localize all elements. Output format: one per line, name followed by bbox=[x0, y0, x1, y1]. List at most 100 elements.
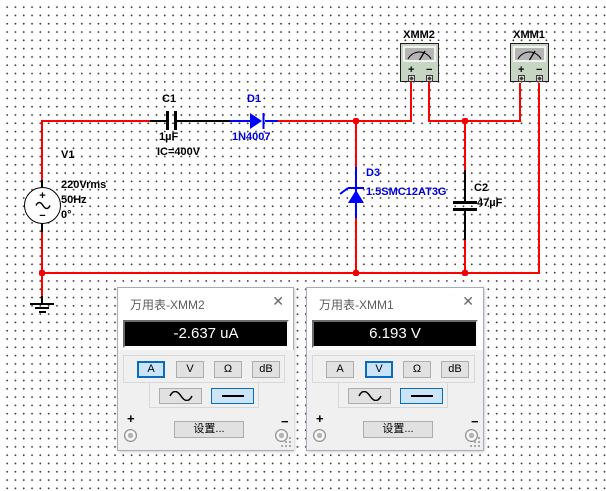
tvs-diode-d3[interactable] bbox=[336, 182, 368, 206]
d3-part: 1.5SMC12AT3G bbox=[366, 186, 447, 198]
xmm2-label: XMM2 bbox=[398, 29, 440, 41]
wire-segment[interactable] bbox=[428, 81, 430, 122]
junction-dot bbox=[462, 270, 468, 276]
close-icon[interactable]: ✕ bbox=[462, 293, 474, 310]
c1-initial-condition: IC=400V bbox=[157, 146, 200, 158]
multimeter-xmm1-dialog: 万用表-XMM1 ✕ 6.193 V A V Ω dB + − 设置... bbox=[306, 287, 484, 451]
wire-segment[interactable] bbox=[410, 81, 412, 122]
wire-segment[interactable] bbox=[355, 218, 357, 274]
xmm1-dialog-title[interactable]: 万用表-XMM1 bbox=[319, 296, 394, 313]
multimeter-xmm1-icon[interactable]: + − bbox=[510, 43, 549, 82]
v1-phase: 0° bbox=[61, 209, 72, 221]
ground-symbol[interactable] bbox=[30, 303, 54, 305]
dc-waveform-button[interactable] bbox=[400, 388, 443, 404]
source-plus-sign: + bbox=[25, 191, 60, 201]
xmm2-minus-pin[interactable] bbox=[426, 75, 433, 82]
plus-jack bbox=[313, 429, 326, 442]
close-icon[interactable]: ✕ bbox=[272, 293, 284, 310]
sine-wave-icon bbox=[168, 391, 194, 401]
xmm1-plus-pin[interactable] bbox=[518, 75, 525, 82]
plus-jack bbox=[124, 429, 137, 442]
voltage-mode-button[interactable]: V bbox=[176, 361, 204, 378]
wire-segment[interactable] bbox=[519, 83, 521, 122]
resistance-mode-button[interactable]: Ω bbox=[403, 361, 431, 378]
xmm2-plus-pin[interactable] bbox=[408, 75, 415, 82]
wire-segment[interactable] bbox=[355, 120, 357, 167]
wire-segment[interactable] bbox=[42, 120, 150, 122]
resize-grip[interactable] bbox=[469, 436, 481, 448]
d1-part: 1N4007 bbox=[232, 131, 271, 143]
wire-segment[interactable] bbox=[464, 170, 466, 202]
refdes-c1: C1 bbox=[162, 93, 176, 105]
v1-frequency: 50Hz bbox=[61, 194, 87, 206]
xmm1-reading: 6.193 V bbox=[314, 322, 476, 345]
xmm1-label: XMM1 bbox=[508, 29, 550, 41]
c2-value: 47µF bbox=[477, 197, 502, 209]
refdes-v1: V1 bbox=[61, 149, 74, 161]
source-minus-sign: − bbox=[25, 211, 60, 221]
meter-face-icon bbox=[513, 46, 546, 62]
xmm2-dialog-body: A V Ω dB + − 设置... bbox=[118, 350, 294, 450]
diode-d1[interactable] bbox=[249, 112, 267, 130]
wire-segment[interactable] bbox=[278, 120, 412, 122]
xmm1-display: 6.193 V bbox=[312, 320, 478, 348]
xmm2-minus-terminal-label: − bbox=[426, 65, 432, 75]
resistance-mode-button[interactable]: Ω bbox=[214, 361, 242, 378]
ground-symbol[interactable] bbox=[35, 307, 49, 309]
xmm2-display: -2.637 uA bbox=[123, 320, 289, 348]
xmm2-reading: -2.637 uA bbox=[125, 322, 287, 345]
ac-waveform-button[interactable] bbox=[159, 388, 202, 404]
ac-waveform-button[interactable] bbox=[348, 388, 391, 404]
capacitor-c1[interactable] bbox=[166, 111, 169, 130]
refdes-d3: D3 bbox=[366, 167, 380, 179]
capacitor-c2[interactable] bbox=[453, 201, 477, 204]
refdes-c2: C2 bbox=[474, 182, 488, 194]
wire-segment[interactable] bbox=[464, 210, 466, 240]
xmm1-minus-pin[interactable] bbox=[536, 75, 543, 82]
ground-symbol[interactable] bbox=[39, 311, 46, 313]
wire-segment[interactable] bbox=[41, 223, 43, 232]
sine-wave-icon bbox=[357, 391, 383, 401]
capacitor-c1[interactable] bbox=[174, 111, 177, 130]
settings-button[interactable]: 设置... bbox=[363, 421, 433, 438]
wire-segment[interactable] bbox=[464, 240, 466, 274]
voltage-mode-button[interactable]: V bbox=[365, 361, 393, 378]
xmm1-minus-terminal-label: − bbox=[536, 65, 542, 75]
db-mode-button[interactable]: dB bbox=[441, 361, 469, 378]
xmm1-dialog-body: A V Ω dB + − 设置... bbox=[307, 350, 483, 450]
wire-segment[interactable] bbox=[41, 232, 43, 274]
dc-line-icon bbox=[222, 395, 244, 397]
xmm2-dialog-title[interactable]: 万用表-XMM2 bbox=[130, 296, 205, 313]
settings-button[interactable]: 设置... bbox=[174, 421, 244, 438]
junction-dot bbox=[39, 270, 45, 276]
plus-jack-label: + bbox=[127, 411, 135, 426]
xmm2-plus-terminal-label: + bbox=[408, 65, 414, 75]
minus-jack-label: − bbox=[471, 414, 479, 429]
sine-wave-icon bbox=[35, 201, 51, 210]
minus-jack-label: − bbox=[281, 414, 289, 429]
junction-dot bbox=[462, 118, 468, 124]
wire-segment[interactable] bbox=[150, 120, 167, 122]
multimeter-xmm2-icon[interactable]: + − bbox=[400, 43, 439, 82]
capacitor-c2[interactable] bbox=[453, 208, 477, 211]
wire-segment[interactable] bbox=[464, 120, 466, 170]
refdes-d1: D1 bbox=[247, 93, 261, 105]
schematic-canvas: + − V1 220Vrms 50Hz 0° C1 1µF IC=400V D1… bbox=[0, 0, 606, 491]
wire-segment[interactable] bbox=[41, 120, 43, 180]
wire-segment[interactable] bbox=[429, 120, 521, 122]
wire-segment[interactable] bbox=[230, 120, 250, 122]
wire-segment[interactable] bbox=[177, 120, 230, 122]
current-mode-button[interactable]: A bbox=[137, 361, 165, 378]
meter-face-icon bbox=[403, 46, 436, 62]
v1-value: 220Vrms bbox=[61, 179, 106, 191]
resize-grip[interactable] bbox=[280, 436, 292, 448]
junction-dot bbox=[353, 270, 359, 276]
c1-value: 1µF bbox=[159, 131, 178, 143]
wire-segment[interactable] bbox=[538, 83, 540, 274]
junction-dot bbox=[353, 118, 359, 124]
db-mode-button[interactable]: dB bbox=[252, 361, 280, 378]
dc-waveform-button[interactable] bbox=[211, 388, 254, 404]
current-mode-button[interactable]: A bbox=[326, 361, 354, 378]
multimeter-xmm2-dialog: 万用表-XMM2 ✕ -2.637 uA A V Ω dB + − 设置... bbox=[117, 287, 294, 451]
ac-voltage-source[interactable]: + − bbox=[24, 187, 61, 224]
